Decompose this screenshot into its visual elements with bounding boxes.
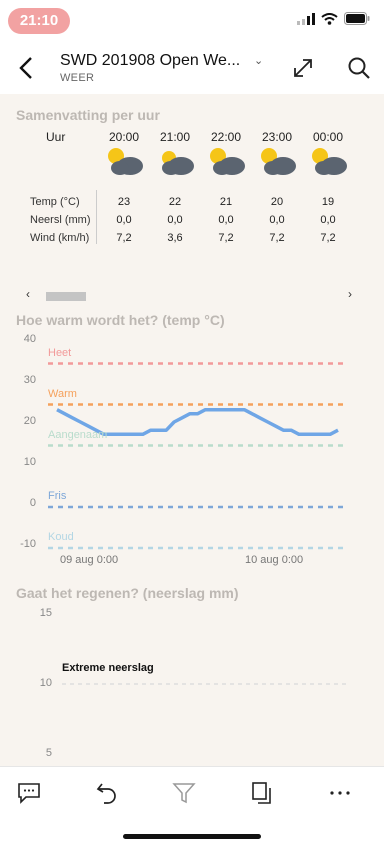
y-tick-label: 10 (39, 677, 52, 689)
table-cell: 23 (117, 196, 131, 208)
reference-label: Koud (48, 531, 74, 543)
hour-header: 20:00 (108, 130, 140, 144)
battery-icon (344, 12, 370, 25)
reference-label: Fris (48, 490, 67, 502)
hour-header: 21:00 (159, 130, 191, 144)
hour-header: 23:00 (261, 130, 293, 144)
summary-title: Samenvatting per uur (16, 107, 160, 123)
horizontal-scrollbar[interactable]: ‹ › (22, 287, 354, 302)
y-tick-label: 0 (29, 497, 36, 509)
y-tick-label: 40 (23, 333, 36, 345)
hour-header: 22:00 (210, 130, 242, 144)
y-tick-label: 5 (45, 747, 52, 759)
chevron-down-icon[interactable]: ⌄ (254, 54, 263, 67)
expand-icon[interactable] (292, 57, 314, 79)
status-icons (297, 12, 370, 25)
app-header: SWD 201908 Open We... ⌄ WEER (0, 44, 384, 92)
temp-chart-title: Hoe warm wordt het? (temp °C) (16, 312, 225, 328)
y-tick-label: 30 (23, 374, 36, 386)
row-label: Wind (km/h) (30, 232, 90, 244)
table-cell: 7,2 (320, 232, 336, 244)
home-indicator (123, 834, 261, 839)
table-cell: 0,0 (269, 214, 285, 226)
reference-label: Heet (48, 346, 72, 359)
scroll-thumb[interactable] (46, 292, 86, 301)
undo-icon[interactable] (95, 781, 119, 805)
table-cell: 21 (219, 196, 233, 208)
reference-label: Warm (48, 387, 77, 400)
x-tick-label: 10 aug 0:00 (245, 554, 304, 566)
table-cell: 0,0 (218, 214, 234, 226)
hour-header: 00:00 (312, 130, 344, 144)
comment-icon[interactable] (17, 781, 41, 805)
table-cell: 7,2 (218, 232, 234, 244)
table-cell: 19 (321, 196, 335, 208)
y-tick-label: 15 (39, 607, 52, 619)
reference-label: Aangenaam (48, 428, 108, 441)
table-cell: 0,0 (320, 214, 336, 226)
cloudy-icon (162, 151, 194, 175)
more-icon[interactable] (328, 781, 352, 805)
y-tick-label: 10 (23, 456, 36, 468)
table-cell: 3,6 (167, 232, 183, 244)
report-subtitle: WEER (60, 72, 95, 84)
status-time: 21:10 (8, 8, 70, 34)
table-cell: 7,2 (116, 232, 132, 244)
partly-cloudy-night-icon (210, 148, 245, 175)
signal-icon (297, 12, 315, 25)
status-bar: 21:10 (0, 0, 384, 44)
pages-icon[interactable] (250, 781, 274, 805)
table-cell: 0,0 (116, 214, 132, 226)
search-icon[interactable] (347, 56, 371, 80)
rain-chart-title: Gaat het regenen? (neerslag mm) (16, 585, 239, 601)
wifi-icon (321, 12, 338, 25)
table-cell: 22 (168, 196, 182, 208)
y-tick-label: -10 (20, 538, 36, 550)
table-cell: 20 (270, 196, 284, 208)
report-title[interactable]: SWD 201908 Open We... (60, 52, 240, 70)
filter-icon[interactable] (172, 781, 196, 805)
back-icon[interactable] (18, 56, 34, 80)
x-tick-label: 09 aug 0:00 (60, 554, 119, 566)
table-cell: 0,0 (167, 214, 183, 226)
y-tick-label: 20 (23, 415, 36, 427)
partly-cloudy-night-icon (108, 148, 143, 175)
hour-label: Uur (46, 130, 66, 144)
table-cell: 7,2 (269, 232, 285, 244)
rain-chart (62, 683, 346, 685)
partly-cloudy-night-icon (312, 148, 347, 175)
reference-label: Extreme neerslag (62, 662, 154, 674)
partly-cloudy-night-icon (261, 148, 296, 175)
scroll-right-icon[interactable]: › (348, 287, 352, 301)
scroll-left-icon[interactable]: ‹ (26, 287, 30, 301)
report-canvas: Samenvatting per uur Uur 20:00 21:00 22:00… (0, 94, 384, 766)
row-label: Neersl (mm) (30, 214, 91, 226)
row-divider (96, 190, 97, 244)
row-label: Temp (°C) (30, 196, 80, 208)
